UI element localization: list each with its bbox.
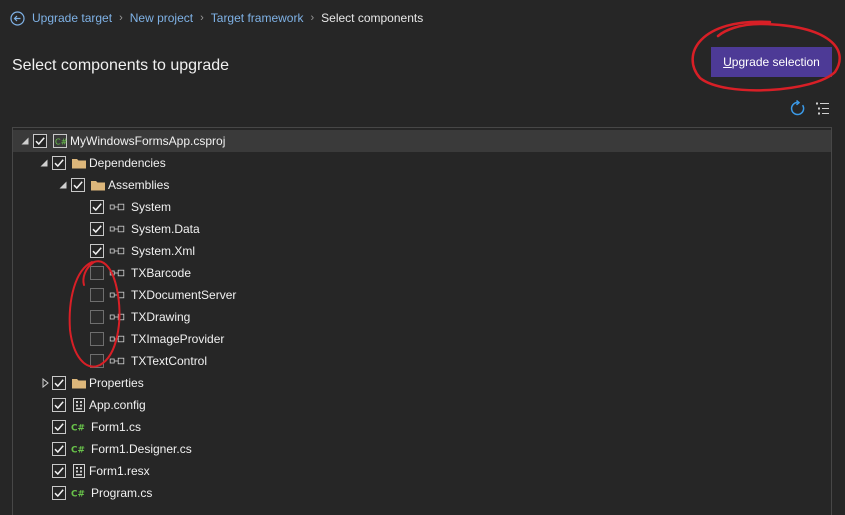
tree-item-checkbox[interactable] (90, 200, 104, 214)
tree-item-label: System.Xml (131, 244, 196, 258)
list-options-icon[interactable] (815, 101, 830, 116)
tree-item-checkbox[interactable] (90, 354, 104, 368)
tree-item-label: MyWindowsFormsApp.csproj (70, 134, 226, 148)
tree-item-label: TXDrawing (131, 310, 191, 324)
tree-row[interactable]: TXBarcode (13, 262, 831, 284)
tree-item-label: TXBarcode (131, 266, 192, 280)
refresh-icon[interactable] (789, 99, 806, 117)
collapse-chevron-icon[interactable] (20, 136, 30, 146)
reference-icon (109, 331, 125, 347)
tree-row[interactable]: TXDrawing (13, 306, 831, 328)
tree-row[interactable]: C# Form1.cs (13, 416, 831, 438)
reference-icon (109, 221, 125, 237)
tree-item-label: TXTextControl (131, 354, 208, 368)
folder-icon (71, 375, 87, 391)
tree-row[interactable]: Dependencies (13, 152, 831, 174)
svg-text:C#: C# (71, 424, 85, 434)
tree-item-checkbox[interactable] (90, 266, 104, 280)
tree-item-label: System.Data (131, 222, 200, 236)
tree-item-checkbox[interactable] (33, 134, 47, 148)
tree-item-label: Form1.resx (89, 464, 150, 478)
tree-row[interactable]: Assemblies (13, 174, 831, 196)
tree-item-checkbox[interactable] (52, 156, 66, 170)
back-arrow-icon[interactable] (10, 10, 25, 26)
tree-row[interactable]: System (13, 196, 831, 218)
tree-item-checkbox[interactable] (52, 420, 66, 434)
breadcrumb-current: Select components (321, 11, 424, 25)
upgrade-button-label: pgrade selection (731, 55, 820, 69)
folder-icon (71, 155, 87, 171)
tree-item-checkbox[interactable] (90, 332, 104, 346)
csharp-project-icon: C# (52, 133, 68, 149)
tree-row[interactable]: App.config (13, 394, 831, 416)
svg-text:C#: C# (71, 446, 85, 456)
tree-item-checkbox[interactable] (52, 486, 66, 500)
csharp-file-icon: C# (71, 441, 87, 457)
tree-row[interactable]: System.Xml (13, 240, 831, 262)
breadcrumb-upgrade-target[interactable]: Upgrade target (32, 11, 112, 25)
tree-item-label: Form1.Designer.cs (91, 442, 192, 456)
expand-chevron-icon[interactable] (40, 378, 50, 388)
tree-item-checkbox[interactable] (52, 376, 66, 390)
tree-item-checkbox[interactable] (90, 288, 104, 302)
tree-item-label: TXDocumentServer (131, 288, 237, 302)
tree-row[interactable]: System.Data (13, 218, 831, 240)
tree-item-label: TXImageProvider (131, 332, 225, 346)
tree-item-checkbox[interactable] (52, 398, 66, 412)
breadcrumb-separator: › (119, 12, 123, 24)
tree-item-label: Dependencies (89, 156, 166, 170)
breadcrumb-new-project[interactable]: New project (130, 11, 193, 25)
tree-item-label: App.config (89, 398, 146, 412)
tree-item-checkbox[interactable] (90, 310, 104, 324)
tree-item-checkbox[interactable] (52, 442, 66, 456)
tree-row[interactable]: Form1.resx (13, 460, 831, 482)
svg-text:C#: C# (55, 138, 68, 147)
tree-item-label: Form1.cs (91, 420, 142, 434)
tree-row[interactable]: TXImageProvider (13, 328, 831, 350)
collapse-chevron-icon[interactable] (58, 180, 68, 190)
svg-text:C#: C# (71, 490, 85, 500)
tree-row[interactable]: C# Program.cs (13, 482, 831, 504)
upgrade-button-mnemonic: U (723, 55, 732, 69)
reference-icon (109, 243, 125, 259)
reference-icon (109, 309, 125, 325)
tree-row[interactable]: TXTextControl (13, 350, 831, 372)
tree-row[interactable]: C# MyWindowsFormsApp.csproj (13, 130, 831, 152)
breadcrumb-separator: › (310, 12, 315, 24)
resource-file-icon (71, 463, 87, 479)
collapse-chevron-icon[interactable] (39, 158, 49, 168)
tree-item-label: Program.cs (91, 486, 153, 500)
reference-icon (109, 199, 125, 215)
page-title: Select components to upgrade (12, 57, 230, 74)
tree-row[interactable]: Properties (13, 372, 831, 394)
component-tree: C# MyWindowsFormsApp.csproj Dependencies As… (12, 127, 832, 515)
tree-item-label: System (131, 200, 172, 214)
tree-row[interactable]: TXDocumentServer (13, 284, 831, 306)
tree-item-label: Properties (89, 376, 144, 390)
tree-item-label: Assemblies (108, 178, 170, 192)
reference-icon (109, 265, 125, 281)
tree-item-checkbox[interactable] (52, 464, 66, 478)
reference-icon (109, 353, 125, 369)
breadcrumb-separator: › (200, 12, 204, 24)
config-file-icon (71, 397, 87, 413)
breadcrumb-target-framework[interactable]: Target framework (211, 11, 304, 25)
tree-item-checkbox[interactable] (90, 222, 104, 236)
csharp-file-icon: C# (71, 419, 87, 435)
folder-icon (90, 177, 106, 193)
upgrade-selection-button[interactable]: Upgrade selection (711, 47, 832, 77)
tree-item-checkbox[interactable] (90, 244, 104, 258)
tree-row[interactable]: C# Form1.Designer.cs (13, 438, 831, 460)
breadcrumb: Upgrade target › New project › Target fr… (10, 9, 423, 27)
tree-item-checkbox[interactable] (71, 178, 85, 192)
reference-icon (109, 287, 125, 303)
csharp-file-icon: C# (71, 485, 87, 501)
